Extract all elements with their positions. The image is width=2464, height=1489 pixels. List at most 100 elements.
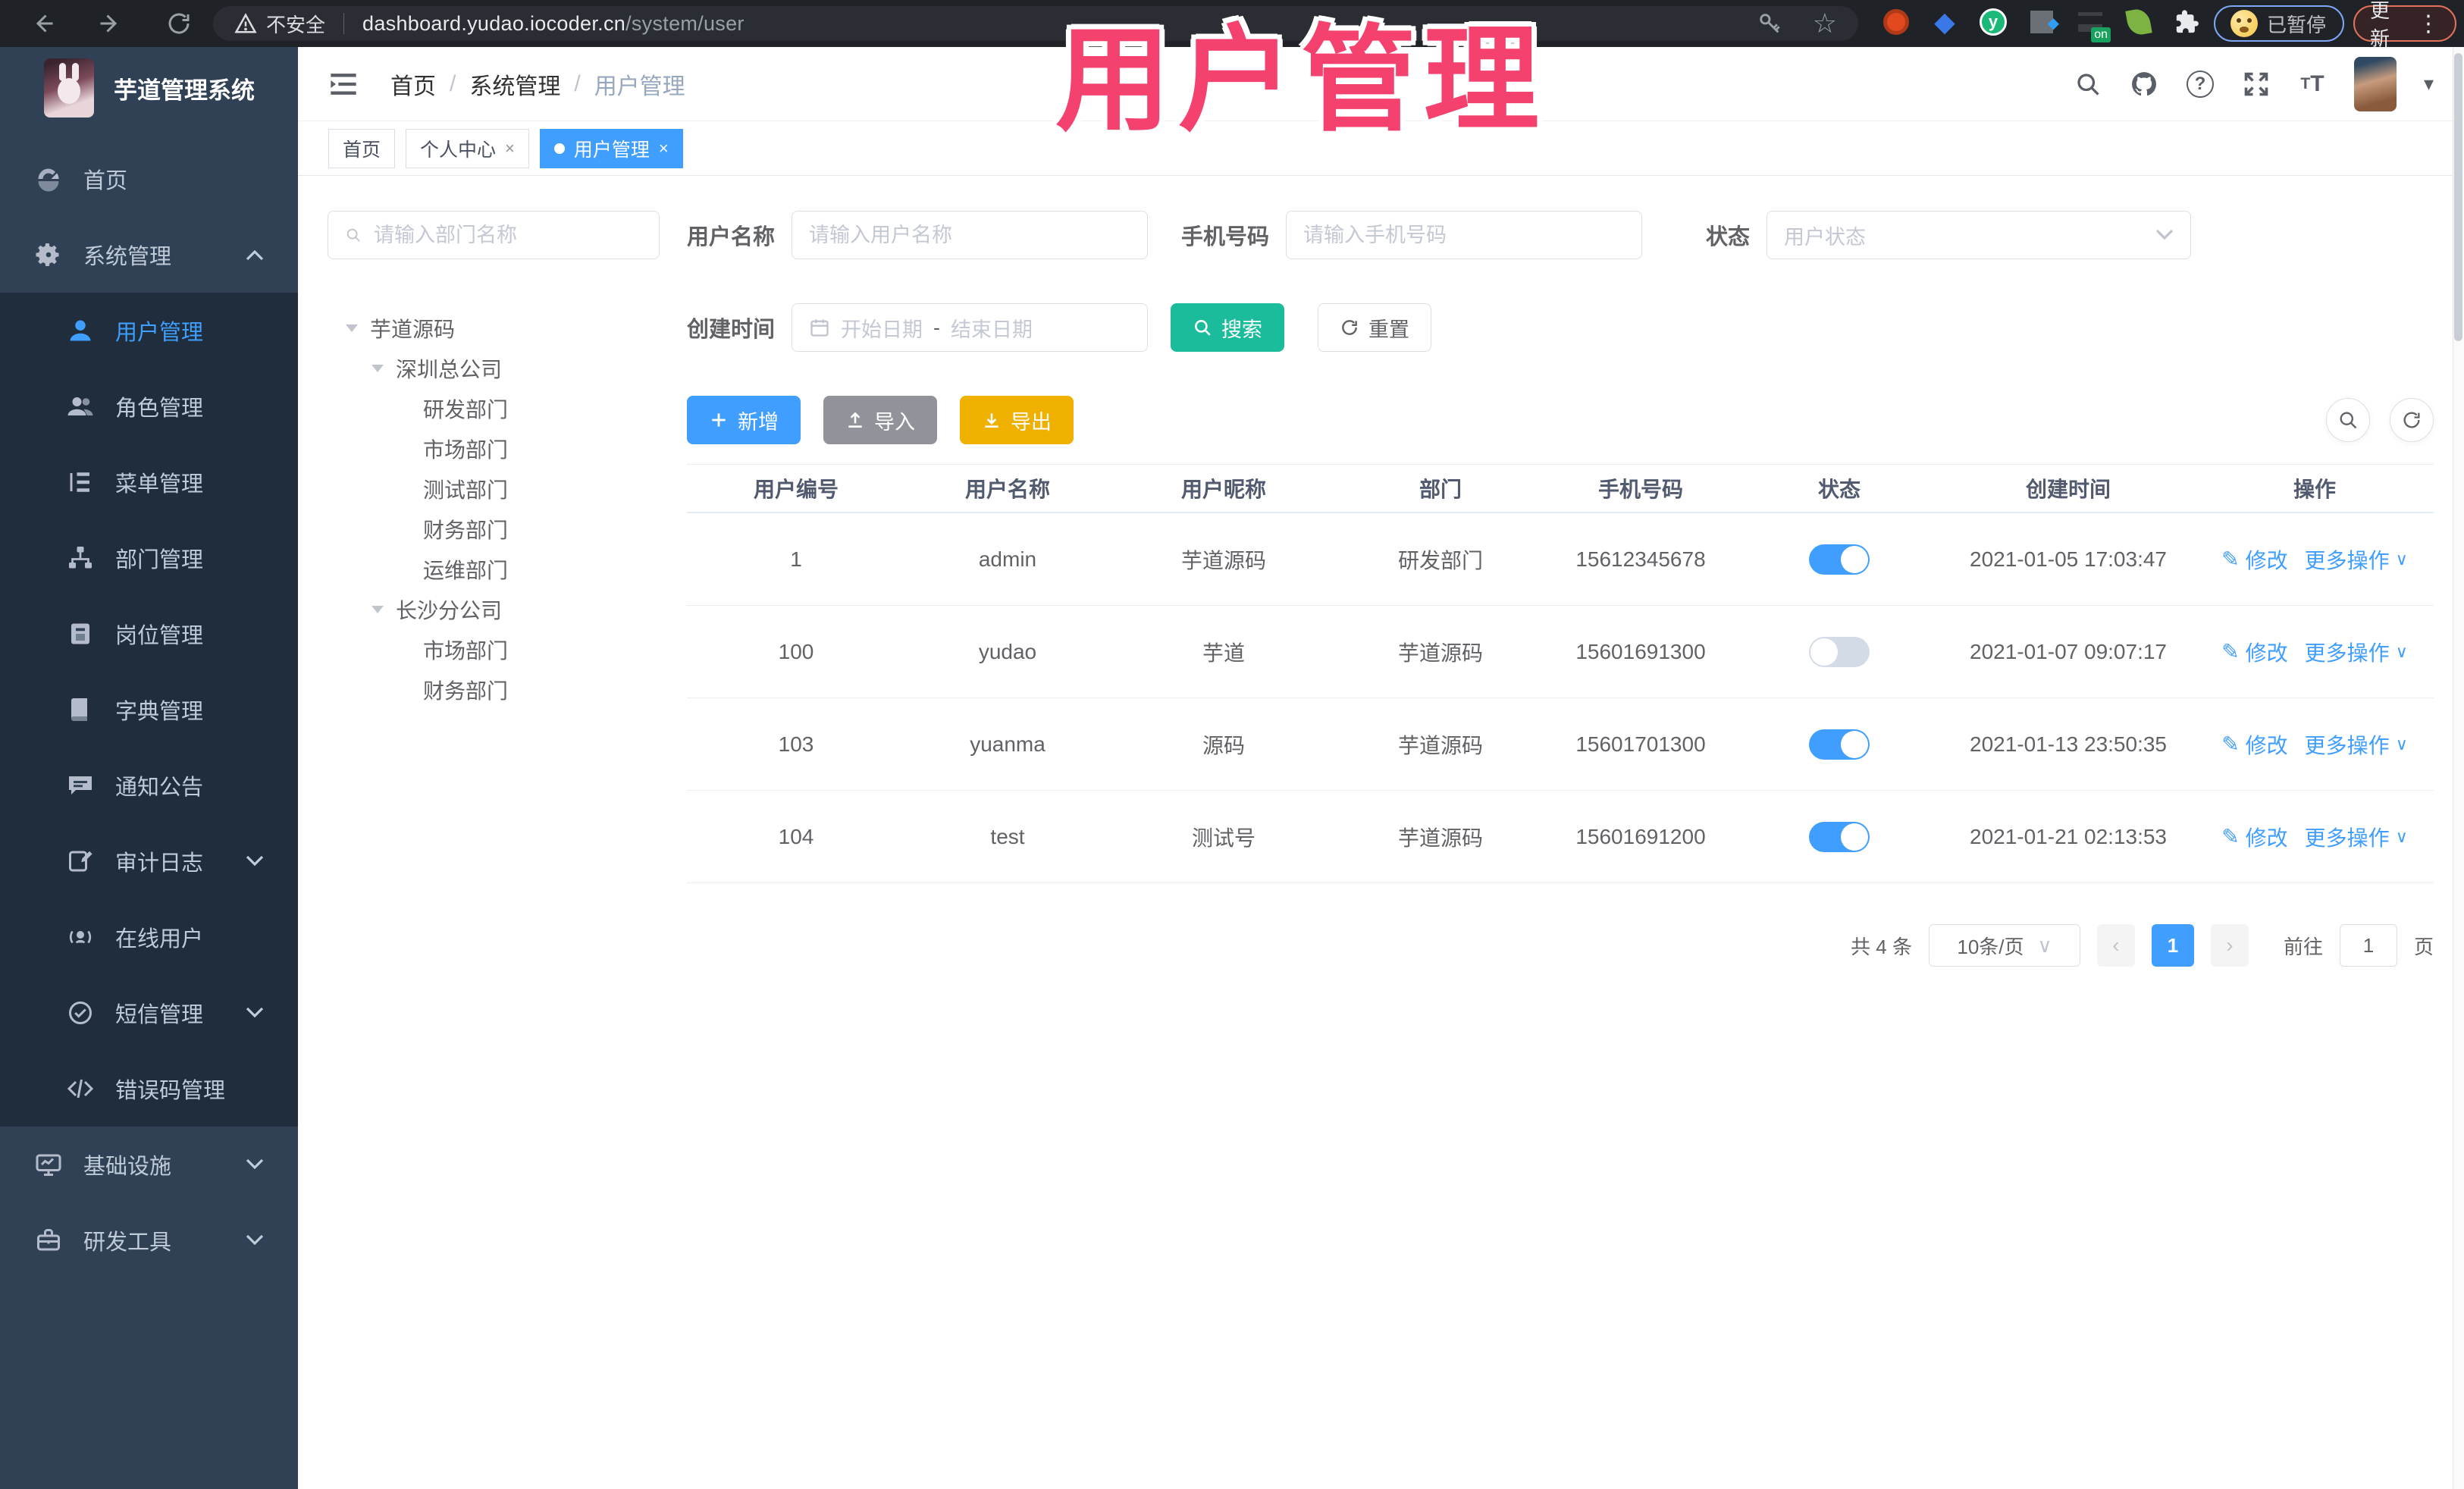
address-bar[interactable]: 不安全 dashboard.yudao.iocoder.cn/system/us…	[213, 6, 1858, 41]
tab-user-management[interactable]: 用户管理 ×	[539, 128, 683, 168]
mobile-input[interactable]	[1303, 223, 1625, 247]
tab-home[interactable]: 首页	[328, 128, 396, 168]
status-toggle[interactable]	[1809, 821, 1870, 852]
sidebar-item-error-codes[interactable]: 错误码管理	[0, 1051, 298, 1127]
username-field[interactable]	[792, 211, 1149, 259]
extension-grid-icon[interactable]: ◆	[2027, 8, 2059, 36]
browser-update-button[interactable]: 更新 ⋮	[2353, 0, 2456, 50]
profile-paused-chip[interactable]: 已暂停	[2214, 5, 2344, 42]
sidebar-item-home[interactable]: 首页	[0, 141, 298, 217]
collapse-sidebar-icon[interactable]	[328, 71, 359, 97]
tree-node[interactable]: 深圳总公司	[328, 348, 660, 388]
current-page-button[interactable]: 1	[2151, 924, 2194, 967]
status-toggle[interactable]	[1809, 729, 1870, 760]
more-actions-link[interactable]: 更多操作 ∨	[2305, 729, 2408, 760]
edit-link[interactable]: ✎ 修改	[2221, 637, 2287, 667]
extension-gem-icon[interactable]: ◆	[1930, 6, 1959, 37]
sidebar-item-roles[interactable]: 角色管理	[0, 368, 298, 444]
status-select[interactable]: 用户状态	[1766, 211, 2192, 259]
extension-puzzle-icon[interactable]	[2173, 8, 2202, 36]
cell-nickname: 芋道	[1202, 641, 1245, 665]
scrollbar-thumb[interactable]	[2454, 53, 2462, 341]
tab-profile[interactable]: 个人中心 ×	[406, 128, 529, 168]
next-page-button[interactable]: ›	[2210, 924, 2249, 967]
caret-down-icon[interactable]	[346, 324, 358, 332]
profile-avatar-emoji	[2230, 10, 2258, 37]
github-icon[interactable]	[2130, 70, 2158, 99]
tree-node[interactable]: 长沙分公司	[328, 589, 660, 629]
edit-link[interactable]: ✎ 修改	[2221, 729, 2287, 760]
dept-search-box[interactable]	[328, 211, 660, 259]
fullscreen-icon[interactable]	[2242, 70, 2271, 99]
user-table: 用户编号 用户名称 用户昵称 部门 手机号码 状态 创建时间 操作 1 admi…	[687, 464, 2434, 883]
sidebar-item-depts[interactable]: 部门管理	[0, 520, 298, 596]
back-icon[interactable]	[29, 10, 56, 37]
tree-node[interactable]: 研发部门	[328, 388, 660, 428]
close-icon[interactable]: ×	[505, 139, 515, 158]
help-icon[interactable]: ?	[2186, 70, 2215, 99]
forward-icon[interactable]	[97, 10, 124, 37]
security-warning[interactable]: 不安全	[234, 10, 325, 38]
search-button[interactable]: 搜索	[1171, 303, 1285, 352]
refresh-table-button[interactable]	[2390, 398, 2434, 442]
sidebar-item-posts[interactable]: 岗位管理	[0, 596, 298, 672]
tree-node[interactable]: 市场部门	[328, 629, 660, 669]
font-size-icon[interactable]: TT	[2298, 70, 2327, 99]
sidebar-item-online-users[interactable]: 在线用户	[0, 899, 298, 975]
sidebar-item-users[interactable]: 用户管理	[0, 293, 298, 368]
tree-node-root[interactable]: 芋道源码	[328, 308, 660, 348]
close-icon[interactable]: ×	[659, 139, 669, 158]
goto-page-input[interactable]	[2339, 924, 2397, 967]
key-icon[interactable]	[1757, 11, 1782, 36]
tree-node[interactable]: 财务部门	[328, 669, 660, 710]
app-logo-row[interactable]: 芋道管理系统	[0, 47, 298, 129]
caret-down-icon[interactable]	[371, 605, 384, 613]
breadcrumb-system[interactable]: 系统管理	[469, 67, 560, 101]
bookmark-star-icon[interactable]: ☆	[1813, 8, 1837, 39]
toggle-search-button[interactable]	[2326, 398, 2370, 442]
user-avatar[interactable]	[2353, 56, 2397, 111]
status-toggle[interactable]	[1809, 544, 1870, 575]
user-menu-caret-icon[interactable]: ▾	[2424, 72, 2434, 96]
breadcrumb-home[interactable]: 首页	[390, 67, 436, 101]
sidebar-item-audit-logs[interactable]: 审计日志	[0, 823, 298, 899]
export-button[interactable]: 导出	[960, 396, 1074, 444]
edit-link[interactable]: ✎ 修改	[2221, 544, 2287, 575]
browser-menu-icon[interactable]: ⋮	[2417, 11, 2440, 37]
reload-icon[interactable]	[165, 10, 193, 37]
more-actions-link[interactable]: 更多操作 ∨	[2305, 544, 2408, 575]
sidebar-item-notices[interactable]: 通知公告	[0, 748, 298, 823]
more-actions-link[interactable]: 更多操作 ∨	[2305, 822, 2408, 852]
page-scrollbar[interactable]	[2453, 47, 2464, 1489]
more-actions-link[interactable]: 更多操作 ∨	[2305, 637, 2408, 667]
breadcrumb-separator: /	[574, 71, 581, 96]
sidebar-item-dicts[interactable]: 字典管理	[0, 672, 298, 748]
reset-button[interactable]: 重置	[1318, 303, 1432, 352]
status-toggle[interactable]	[1809, 636, 1870, 667]
page-size-select[interactable]: 10条/页 ∨	[1928, 924, 2080, 967]
import-button[interactable]: 导入	[823, 396, 937, 444]
extension-leaf-icon[interactable]	[2124, 7, 2153, 37]
caret-down-icon[interactable]	[371, 364, 384, 372]
add-button[interactable]: 新增	[687, 396, 801, 444]
tree-node[interactable]: 财务部门	[328, 509, 660, 549]
tree-node[interactable]: 测试部门	[328, 469, 660, 509]
header-search-icon[interactable]	[2074, 70, 2102, 99]
mobile-field[interactable]	[1286, 211, 1643, 259]
edit-link[interactable]: ✎ 修改	[2221, 822, 2287, 852]
sidebar-item-menus[interactable]: 菜单管理	[0, 444, 298, 520]
prev-page-button[interactable]: ‹	[2096, 924, 2135, 967]
edit-label: 修改	[2245, 548, 2288, 572]
sidebar-item-sms[interactable]: 短信管理	[0, 975, 298, 1051]
tree-node[interactable]: 运维部门	[328, 549, 660, 589]
extension-green-icon[interactable]: y	[1979, 8, 2008, 36]
date-range-picker[interactable]: 开始日期 - 结束日期	[792, 303, 1149, 352]
extension-ublock-icon[interactable]	[1882, 8, 1911, 36]
sidebar-item-devtools[interactable]: 研发工具	[0, 1202, 298, 1278]
extension-list-icon[interactable]: on	[2076, 8, 2111, 42]
sidebar-item-system[interactable]: 系统管理	[0, 217, 298, 293]
username-input[interactable]	[809, 223, 1131, 247]
dept-search-input[interactable]	[374, 223, 642, 247]
tree-node[interactable]: 市场部门	[328, 428, 660, 469]
sidebar-item-infra[interactable]: 基础设施	[0, 1127, 298, 1202]
